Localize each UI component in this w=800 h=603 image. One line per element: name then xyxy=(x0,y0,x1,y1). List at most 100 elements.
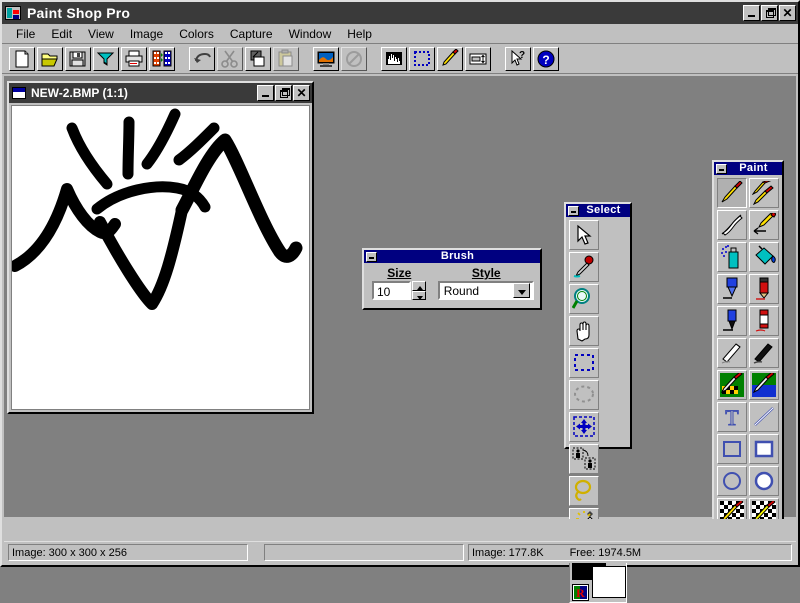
rectangle-outline-icon xyxy=(723,441,741,457)
workspace: NEW-2.BMP (1:1) ✕ Brush Size Style 10 Ro… xyxy=(4,76,796,603)
tool-color-replacer[interactable] xyxy=(717,370,747,400)
tool-controls-button[interactable] xyxy=(465,46,491,71)
tool-marker[interactable] xyxy=(717,306,747,336)
restore-button[interactable] xyxy=(761,5,778,21)
brush-size-decrement-button[interactable] xyxy=(411,290,426,300)
brush-size-stepper[interactable] xyxy=(411,281,426,300)
paint-tool-grid: T xyxy=(714,175,782,531)
menu-capture[interactable]: Capture xyxy=(222,25,281,43)
tool-select-rect[interactable] xyxy=(569,348,599,378)
tool-paint-brush[interactable] xyxy=(717,178,747,208)
tool-pen[interactable] xyxy=(717,274,747,304)
reset-colors-icon[interactable]: R xyxy=(572,584,589,601)
retouch-brush-icon xyxy=(753,213,776,235)
background-color-swatch[interactable] xyxy=(592,566,626,598)
hand-icon xyxy=(576,321,590,342)
eyedropper-icon xyxy=(573,255,594,278)
text-t-icon: T xyxy=(725,405,740,429)
image-close-button[interactable]: ✕ xyxy=(293,85,310,101)
menu-help[interactable]: Help xyxy=(339,25,380,43)
svg-text:?: ? xyxy=(542,53,549,67)
menu-window[interactable]: Window xyxy=(281,25,340,43)
help-button[interactable]: ? xyxy=(533,46,559,71)
select-palette[interactable]: Select R xyxy=(564,202,632,603)
rectangle-filled-icon xyxy=(754,440,774,458)
histogram-button[interactable] xyxy=(381,46,407,71)
open-file-button[interactable] xyxy=(37,46,63,71)
tool-lasso[interactable] xyxy=(569,476,599,506)
tool-smudge[interactable] xyxy=(717,210,747,240)
brush-palette[interactable]: Brush Size Style 10 Round xyxy=(362,248,542,310)
status-message xyxy=(264,544,464,561)
copy-button[interactable] xyxy=(245,46,271,71)
paint-palette[interactable]: Paint T xyxy=(712,160,784,539)
tool-filled-rect[interactable] xyxy=(749,434,779,464)
filter-button[interactable] xyxy=(93,46,119,71)
paint-palette-minimize-button[interactable] xyxy=(716,163,727,174)
smudge-brush-icon xyxy=(721,214,743,236)
tool-clone-brush[interactable] xyxy=(749,178,779,208)
tool-chalk[interactable] xyxy=(717,338,747,368)
paint-palette-button[interactable] xyxy=(437,46,463,71)
double-paintbrush-icon xyxy=(752,181,774,205)
undo-button[interactable] xyxy=(189,46,215,71)
print-button[interactable] xyxy=(121,46,147,71)
brush-palette-minimize-button[interactable] xyxy=(366,251,377,262)
brush-palette-title: Brush xyxy=(440,250,475,262)
image-canvas[interactable] xyxy=(11,105,310,410)
tool-charcoal[interactable] xyxy=(749,338,779,368)
select-tool-grid xyxy=(566,217,630,541)
image-document-window[interactable]: NEW-2.BMP (1:1) ✕ xyxy=(7,81,314,414)
menu-edit[interactable]: Edit xyxy=(43,25,80,43)
status-image-size: Image: 177.8K xyxy=(472,547,544,559)
toolbar: ? ? xyxy=(2,44,798,74)
context-help-button[interactable]: ? xyxy=(505,46,531,71)
tool-eyedropper[interactable] xyxy=(569,252,599,282)
image-minimize-button[interactable] xyxy=(257,85,274,101)
select-palette-button[interactable] xyxy=(409,46,435,71)
tool-mover[interactable] xyxy=(569,412,599,442)
menu-image[interactable]: Image xyxy=(122,25,171,43)
tool-blue-brush[interactable] xyxy=(749,370,779,400)
minimize-button[interactable] xyxy=(743,5,760,21)
menu-colors[interactable]: Colors xyxy=(171,25,222,43)
save-file-button[interactable] xyxy=(65,46,91,71)
tool-select-ellipse[interactable] xyxy=(569,380,599,410)
tool-text[interactable]: T xyxy=(717,402,747,432)
close-button[interactable]: ✕ xyxy=(779,5,796,21)
normal-viewing-button[interactable] xyxy=(341,46,367,71)
tool-flood-fill[interactable] xyxy=(749,242,779,272)
tool-eraser[interactable] xyxy=(749,306,779,336)
brush-style-select[interactable]: Round xyxy=(437,281,534,300)
select-palette-minimize-button[interactable] xyxy=(568,205,579,216)
status-bar-filler xyxy=(4,519,796,541)
brush-size-increment-button[interactable] xyxy=(411,281,426,291)
title-bar: Paint Shop Pro ✕ xyxy=(2,2,798,24)
menu-file[interactable]: File xyxy=(8,25,43,43)
full-screen-button[interactable] xyxy=(313,46,339,71)
tool-pencil[interactable] xyxy=(749,274,779,304)
cut-button[interactable] xyxy=(217,46,243,71)
tool-ellipse[interactable] xyxy=(717,466,747,496)
tool-zoom[interactable] xyxy=(569,284,599,314)
menu-view[interactable]: View xyxy=(80,25,122,43)
tool-filled-ellipse[interactable] xyxy=(749,466,779,496)
tool-arrow[interactable] xyxy=(569,220,599,250)
tool-airbrush[interactable] xyxy=(717,242,747,272)
tool-line[interactable] xyxy=(749,402,779,432)
new-file-button[interactable] xyxy=(9,46,35,71)
brush-size-input[interactable]: 10 xyxy=(372,281,411,300)
chevron-down-icon[interactable] xyxy=(512,283,530,298)
image-maximize-button[interactable] xyxy=(275,85,292,101)
tool-retouch[interactable] xyxy=(749,210,779,240)
tool-rectangle[interactable] xyxy=(717,434,747,464)
status-image-info: Image: 300 x 300 x 256 xyxy=(8,544,248,561)
image-window-title-bar: NEW-2.BMP (1:1) ✕ xyxy=(9,83,312,103)
tool-pan[interactable] xyxy=(569,316,599,346)
batch-button[interactable] xyxy=(149,46,175,71)
paste-button[interactable] xyxy=(273,46,299,71)
brush-size-label: Size xyxy=(387,266,412,280)
select-palette-title: Select xyxy=(586,204,621,216)
tool-clone[interactable] xyxy=(569,444,599,474)
document-window-icon[interactable] xyxy=(12,87,26,99)
